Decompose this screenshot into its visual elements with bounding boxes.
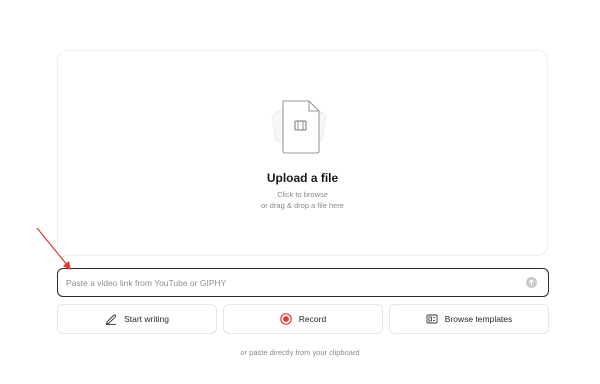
- upload-drag-text: or drag & drop a file here: [261, 201, 344, 210]
- submit-icon[interactable]: [526, 277, 537, 288]
- video-link-input[interactable]: [66, 269, 506, 296]
- record-label: Record: [298, 314, 327, 324]
- clipboard-hint: or paste directly from your clipboard: [240, 348, 360, 357]
- video-link-field[interactable]: [57, 268, 549, 297]
- upload-browse-text: Click to browse: [277, 190, 328, 199]
- record-button[interactable]: Record: [223, 304, 383, 334]
- start-writing-button[interactable]: Start writing: [57, 304, 217, 334]
- template-icon: [426, 313, 438, 325]
- video-file-icon: [271, 100, 327, 154]
- record-icon: [279, 313, 292, 325]
- browse-templates-button[interactable]: Browse templates: [389, 304, 549, 334]
- browse-templates-label: Browse templates: [444, 314, 513, 324]
- upload-title: Upload a file: [266, 171, 339, 185]
- pen-icon: [105, 313, 117, 325]
- annotation-arrow-icon: [36, 227, 71, 270]
- start-writing-label: Start writing: [124, 314, 169, 324]
